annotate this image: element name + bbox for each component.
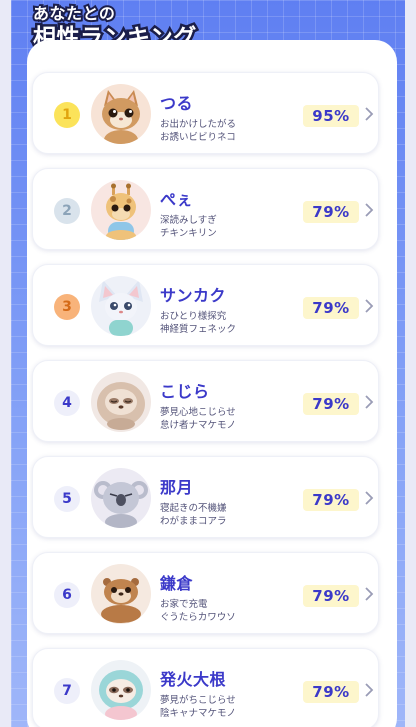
user-name: サンカク (160, 286, 227, 305)
user-name: 発火大根 (160, 670, 227, 689)
rank-badge: 6 (54, 582, 80, 608)
user-type: お出かけしたがる お誘いビビりネコ (160, 118, 236, 144)
user-type-line2: ぐうたらカワウソ (160, 612, 236, 623)
ranking-card-4[interactable]: 4 こじら 夢見心地こじらせ 怠け者ナマケモノ 79% (32, 360, 379, 442)
user-type: 寝起きの不機嫌 わがままコアラ (160, 502, 227, 528)
user-type-line2: お誘いビビりネコ (160, 132, 236, 143)
user-type-line2: 怠け者ナマケモノ (160, 420, 237, 431)
user-type-line2: チキンキリン (160, 228, 217, 239)
compatibility-score: 79% (303, 201, 359, 223)
ranking-card-1[interactable]: 1 つる お出かけしたがる お誘いビビりネコ 95% (32, 72, 379, 154)
user-type: 夢見心地こじらせ 怠け者ナマケモノ (160, 406, 236, 432)
title-small: あなたとの (31, 2, 117, 25)
sloth-icon (91, 372, 151, 432)
user-type-line1: 夢見心地こじらせ (160, 407, 236, 418)
koala-icon (91, 468, 151, 528)
user-name: 鎌倉 (160, 574, 194, 593)
compatibility-score: 79% (303, 393, 359, 415)
user-type-line2: 陰キャナマケモノ (160, 708, 237, 719)
user-type-line2: 神経質フェネック (160, 324, 237, 335)
user-name: こじら (160, 382, 210, 401)
chevron-right-icon (365, 107, 374, 121)
chevron-right-icon (365, 683, 374, 697)
user-type-line2: わがままコアラ (160, 516, 227, 527)
ranking-card-6[interactable]: 6 鎌倉 お家で充電 ぐうたらカワウソ 79% (32, 552, 379, 634)
ranking-card-3[interactable]: 3 サンカク おひとり様探究 神経質フェネック 79% (32, 264, 379, 346)
user-name: つる (160, 94, 194, 113)
ranking-card-5[interactable]: 5 那月 寝起きの不機嫌 わがままコアラ 79% (32, 456, 379, 538)
compatibility-score: 95% (303, 105, 359, 127)
user-name: 那月 (160, 478, 194, 497)
user-type: おひとり様探究 神経質フェネック (160, 310, 236, 336)
compatibility-score: 79% (303, 585, 359, 607)
cat-icon (91, 84, 151, 144)
rank-badge: 1 (54, 102, 80, 128)
sloth-icon (91, 660, 151, 720)
compatibility-score: 79% (303, 489, 359, 511)
user-type-line1: お家で充電 (160, 599, 208, 610)
otter-icon (91, 564, 151, 624)
rank-badge: 5 (54, 486, 80, 512)
user-type: 夢見がちこじらせ 陰キャナマケモノ (160, 694, 236, 720)
user-type-line1: 寝起きの不機嫌 (160, 503, 227, 514)
giraffe-icon (91, 180, 151, 240)
rank-badge: 7 (54, 678, 80, 704)
user-name: ぺぇ (160, 190, 194, 209)
compatibility-score: 79% (303, 681, 359, 703)
user-type: お家で充電 ぐうたらカワウソ (160, 598, 236, 624)
user-type-line1: 夢見がちこじらせ (160, 695, 236, 706)
chevron-right-icon (365, 587, 374, 601)
ranking-card-2[interactable]: 2 ぺぇ 深読みしすぎ チキンキリン 79% (32, 168, 379, 250)
chevron-right-icon (365, 395, 374, 409)
chevron-right-icon (365, 299, 374, 313)
user-type-line1: 深読みしすぎ (160, 215, 217, 226)
compatibility-score: 79% (303, 297, 359, 319)
rank-badge: 2 (54, 198, 80, 224)
chevron-right-icon (365, 491, 374, 505)
user-type-line1: お出かけしたがる (160, 119, 237, 130)
user-type-line1: おひとり様探究 (160, 311, 227, 322)
rank-badge: 3 (54, 294, 80, 320)
ranking-card-7[interactable]: 7 発火大根 夢見がちこじらせ 陰キャナマケモノ 79% (32, 648, 379, 727)
fennec-icon (91, 276, 151, 336)
rank-badge: 4 (54, 390, 80, 416)
user-type: 深読みしすぎ チキンキリン (160, 214, 217, 240)
chevron-right-icon (365, 203, 374, 217)
